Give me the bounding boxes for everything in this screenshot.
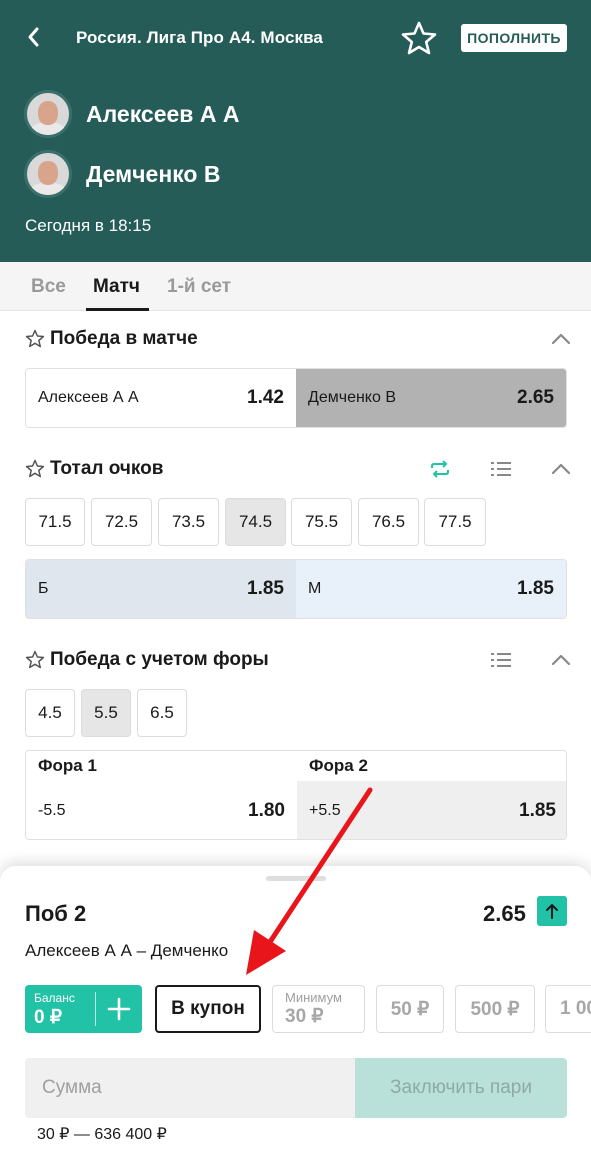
star-outline-icon[interactable] xyxy=(25,329,45,349)
star-outline-icon[interactable] xyxy=(25,650,45,670)
total-under-odd: 1.85 xyxy=(517,578,554,599)
handicap-1-header: Фора 1 xyxy=(38,756,97,775)
handicap-market-header: Победа с учетом форы xyxy=(25,649,269,671)
balance-amount: 0 ₽ xyxy=(34,1007,62,1028)
repeat-icon[interactable] xyxy=(429,459,451,479)
handicap-2-line: +5.5 xyxy=(309,802,341,819)
total-over-odd: 1.85 xyxy=(247,578,284,599)
min-label: Минимум xyxy=(285,990,342,1005)
total-under-cell[interactable]: М 1.85 xyxy=(296,560,566,618)
balance-label: Баланс xyxy=(34,991,75,1005)
player-2-name: Демченко В xyxy=(86,160,221,187)
handicap-odds-table: Фора 1 Фора 2 -5.5 1.80 +5.5 1.85 xyxy=(25,750,567,840)
back-arrow-icon[interactable] xyxy=(18,22,48,52)
total-line-chip[interactable]: 71.5 xyxy=(25,498,85,546)
handicap-market-title: Победа с учетом форы xyxy=(50,649,269,670)
total-line-chip[interactable]: 73.5 xyxy=(158,498,219,546)
tab-all[interactable]: Все xyxy=(31,276,66,298)
market-tabs: Все Матч 1-й сет xyxy=(0,262,591,311)
total-line-chip[interactable]: 72.5 xyxy=(91,498,152,546)
win-p2-odd: 2.65 xyxy=(517,387,554,408)
plus-icon[interactable] xyxy=(105,995,133,1023)
win-p1-cell[interactable]: Алексеев А А 1.42 xyxy=(26,369,296,427)
balance-divider xyxy=(95,992,96,1026)
tab-match[interactable]: Матч xyxy=(93,276,140,298)
bet-range: 30 ₽ — 636 400 ₽ xyxy=(37,1126,167,1143)
topup-button[interactable]: ПОПОЛНИТЬ xyxy=(461,24,567,52)
min-amount-chip[interactable]: Минимум 30 ₽ xyxy=(272,985,365,1033)
match-time: Сегодня в 18:15 xyxy=(25,216,152,235)
bet-outcome-title: Поб 2 xyxy=(25,901,87,926)
list-icon[interactable] xyxy=(490,651,512,669)
handicap-2-cell[interactable]: +5.5 1.85 xyxy=(297,781,566,839)
total-line-chip[interactable]: 76.5 xyxy=(358,498,419,546)
quick-amount-chip[interactable]: 500 ₽ xyxy=(455,985,535,1033)
win-market-header: Победа в матче xyxy=(25,328,198,350)
total-over-label: Б xyxy=(38,580,49,597)
add-to-coupon-button[interactable]: В купон xyxy=(155,985,261,1033)
star-outline-icon[interactable] xyxy=(25,459,45,479)
chevron-up-icon[interactable] xyxy=(550,653,572,667)
bet-amount-input[interactable] xyxy=(25,1058,355,1118)
total-market-header: Тотал очков xyxy=(25,458,163,480)
win-odds-row: Алексеев А А 1.42 Демченко В 2.65 xyxy=(25,368,567,428)
total-under-label: М xyxy=(308,580,322,597)
player-2: Демченко В xyxy=(24,150,220,198)
total-line-chip[interactable]: 77.5 xyxy=(424,498,486,546)
match-header: Россия. Лига Про А4. Москва ПОПОЛНИТЬ Ал… xyxy=(0,0,591,262)
handicap-line-chip[interactable]: 4.5 xyxy=(25,689,75,737)
total-market-title: Тотал очков xyxy=(50,458,164,479)
handicap-line-chip[interactable]: 6.5 xyxy=(137,689,187,737)
chevron-up-icon[interactable] xyxy=(550,332,572,346)
coef-up-arrow-icon xyxy=(537,896,567,926)
bet-slip-sheet: Поб 2 2.65 Алексеев А А – Демченко Балан… xyxy=(0,866,591,1168)
win-p2-name: Демченко В xyxy=(308,389,396,406)
bet-coefficient: 2.65 xyxy=(483,901,526,926)
sheet-drag-handle[interactable] xyxy=(266,876,326,881)
league-title: Россия. Лига Про А4. Москва xyxy=(76,28,323,47)
player-2-avatar xyxy=(24,150,72,198)
handicap-1-line: -5.5 xyxy=(38,802,66,819)
player-1-avatar xyxy=(24,90,72,138)
win-p1-odd: 1.42 xyxy=(247,387,284,408)
player-1-name: Алексеев А А xyxy=(86,100,240,127)
quick-amount-chip[interactable]: 1 00 xyxy=(545,985,591,1033)
win-p1-name: Алексеев А А xyxy=(38,389,139,406)
handicap-2-odd: 1.85 xyxy=(519,800,556,821)
bet-match-name: Алексеев А А – Демченко xyxy=(25,941,229,960)
favorite-star-icon[interactable] xyxy=(400,20,438,56)
player-1: Алексеев А А xyxy=(24,90,239,138)
active-tab-indicator xyxy=(86,308,149,311)
handicap-2-header: Фора 2 xyxy=(309,756,368,775)
list-icon[interactable] xyxy=(490,460,512,478)
total-over-cell[interactable]: Б 1.85 xyxy=(26,560,296,618)
total-line-chip-selected[interactable]: 74.5 xyxy=(225,498,286,546)
min-amount: 30 ₽ xyxy=(285,1006,324,1027)
total-line-chip[interactable]: 75.5 xyxy=(291,498,352,546)
balance-widget[interactable]: Баланс 0 ₽ xyxy=(25,985,142,1033)
tab-first-set[interactable]: 1-й сет xyxy=(167,276,231,298)
quick-amount-chip[interactable]: 50 ₽ xyxy=(376,985,444,1033)
win-p2-cell[interactable]: Демченко В 2.65 xyxy=(296,369,566,427)
handicap-1-odd: 1.80 xyxy=(248,800,285,821)
handicap-line-chip-selected[interactable]: 5.5 xyxy=(81,689,131,737)
total-odds-row: Б 1.85 М 1.85 xyxy=(25,559,567,619)
place-bet-button[interactable]: Заключить пари xyxy=(355,1058,567,1118)
handicap-1-cell[interactable]: -5.5 1.80 xyxy=(26,781,297,839)
chevron-up-icon[interactable] xyxy=(550,462,572,476)
win-market-title: Победа в матче xyxy=(50,328,198,349)
